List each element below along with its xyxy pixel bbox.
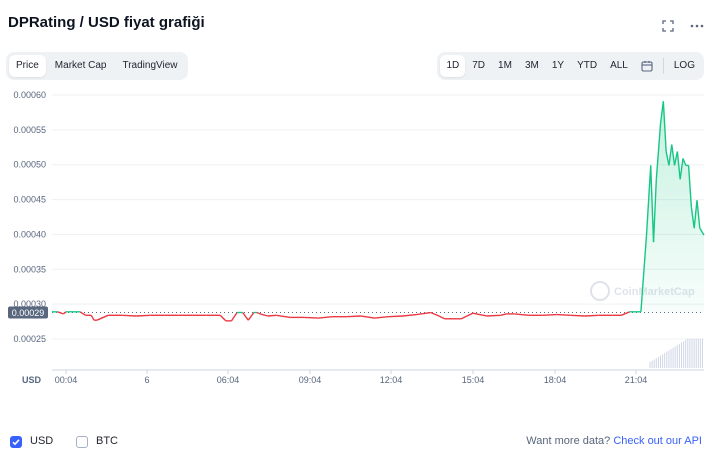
price-line-segment xyxy=(57,311,64,315)
price-line-segment xyxy=(304,316,319,319)
y-tick-label: 0.00050 xyxy=(13,160,46,170)
tab-price[interactable]: Price xyxy=(9,55,46,77)
price-line-segment xyxy=(416,311,431,316)
price-line-segment xyxy=(230,312,238,322)
range-7d-button[interactable]: 7D xyxy=(466,55,491,77)
range-1m-button[interactable]: 1M xyxy=(492,55,518,77)
x-tick-label: 15:04 xyxy=(462,375,485,385)
price-line-segment xyxy=(267,314,277,317)
btc-checkbox-label: BTC xyxy=(96,435,118,447)
range-ytd-button[interactable]: YTD xyxy=(571,55,603,77)
y-tick-label: 0.00060 xyxy=(13,90,46,100)
price-line-segment xyxy=(262,313,269,317)
api-promo-text: Want more data? xyxy=(526,435,611,447)
api-promo: Want more data? Check out our API xyxy=(526,435,702,447)
x-tick-label: 6 xyxy=(144,375,149,385)
price-line-segment xyxy=(62,311,67,315)
tab-tradingview[interactable]: TradingView xyxy=(115,55,184,77)
price-line-segment xyxy=(318,315,333,319)
range-1d-button[interactable]: 1D xyxy=(440,55,466,77)
usd-checkbox-label: USD xyxy=(30,435,54,447)
price-line-segment xyxy=(388,315,403,318)
y-axis-unit-label: USD xyxy=(22,375,42,385)
chart-footer: USD BTC Want more data? Check out our AP… xyxy=(0,430,724,454)
y-tick-label: 0.00025 xyxy=(13,334,46,344)
fullscreen-icon[interactable] xyxy=(662,20,674,32)
price-line-segment xyxy=(122,314,137,317)
price-line-segment xyxy=(219,314,227,322)
price-line-segment xyxy=(570,314,585,317)
range-all-button[interactable]: ALL xyxy=(604,55,634,77)
btc-checkbox[interactable] xyxy=(76,436,88,448)
range-1y-button[interactable]: 1Y xyxy=(546,55,570,77)
price-line-segment xyxy=(621,311,630,316)
price-chart[interactable]: 0.00060 0.00055 0.00050 0.00045 0.00040 0.000… xyxy=(0,86,724,386)
price-line-segment xyxy=(514,313,529,316)
price-line-segment xyxy=(542,313,557,316)
log-scale-button[interactable]: LOG xyxy=(668,55,701,77)
price-line-segment xyxy=(242,312,249,321)
y-tick-label: 0.00040 xyxy=(13,229,46,239)
x-tick-label: 06:04 xyxy=(217,375,240,385)
usd-checkbox[interactable] xyxy=(10,436,22,448)
price-line-segment xyxy=(584,314,599,317)
range-divider xyxy=(662,58,664,74)
more-options-icon[interactable] xyxy=(690,20,704,32)
y-tick-label: 0.00035 xyxy=(13,264,46,274)
price-line-segment xyxy=(90,314,95,321)
tab-market-cap[interactable]: Market Cap xyxy=(48,55,114,77)
price-line-segment xyxy=(486,314,501,317)
price-line-segment xyxy=(472,312,487,317)
price-line-segment xyxy=(402,313,417,317)
range-3m-button[interactable]: 3M xyxy=(519,55,545,77)
x-tick-label: 09:04 xyxy=(299,375,322,385)
price-line-segment xyxy=(500,313,507,316)
page-title: DPRating / USD fiyat grafiği xyxy=(8,14,205,31)
price-line-segment xyxy=(256,311,263,316)
top-actions xyxy=(662,20,704,32)
price-line-segment xyxy=(461,312,473,320)
price-line-segment xyxy=(247,312,255,321)
x-tick-label: 12:04 xyxy=(380,375,403,385)
price-line-segment xyxy=(360,315,375,319)
coinmarketcap-logo-icon xyxy=(590,281,610,301)
price-line-segment xyxy=(136,314,151,317)
calendar-icon[interactable] xyxy=(635,55,659,77)
price-line-segment xyxy=(438,315,445,320)
chart-type-tabs: Price Market Cap TradingView xyxy=(6,52,188,80)
price-area-up xyxy=(640,101,704,313)
x-tick-label: 18:04 xyxy=(544,375,567,385)
y-tick-label: 0.00055 xyxy=(13,125,46,135)
price-line-segment xyxy=(276,314,291,319)
x-tick-label: 00:04 xyxy=(55,375,78,385)
api-link[interactable]: Check out our API xyxy=(613,435,702,447)
time-range-selector: 1D 7D 1M 3M 1Y YTD ALL LOG xyxy=(437,52,704,80)
y-tick-label: 0.00045 xyxy=(13,195,46,205)
x-tick-label: 21:04 xyxy=(625,375,648,385)
price-line-segment xyxy=(96,314,109,321)
price-line-segment xyxy=(374,315,389,319)
price-line-segment xyxy=(346,315,361,318)
price-line-segment xyxy=(430,311,440,317)
price-line-segment xyxy=(556,313,571,316)
current-price-label: 0.00029 xyxy=(12,308,45,318)
